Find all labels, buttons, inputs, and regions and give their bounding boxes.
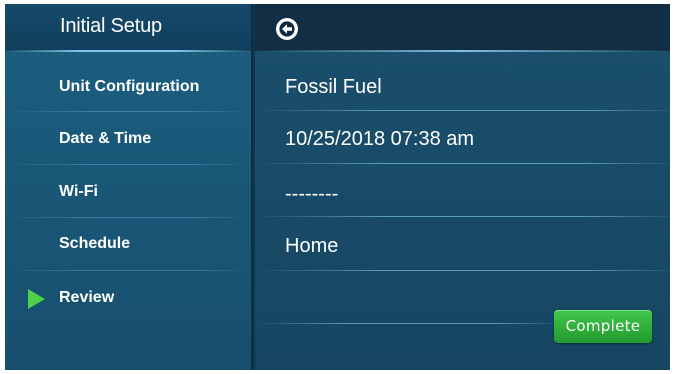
review-row-date-time: 10/25/2018 07:38 am [255,112,670,165]
sidebar-item-wifi[interactable]: Wi-Fi [5,166,251,219]
sidebar-header: Initial Setup [5,4,251,51]
active-indicator-icon [28,289,45,309]
sidebar-item-label: Review [59,289,115,306]
divider [255,270,670,271]
divider [5,111,251,112]
sidebar-header-divider [5,50,251,52]
sidebar-item-schedule[interactable]: Schedule [5,218,251,271]
sidebar-title: Initial Setup [60,15,162,37]
divider [255,323,555,324]
review-row-wifi: -------- [255,167,670,220]
divider [255,216,670,217]
sidebar-item-label: Date & Time [59,130,152,147]
divider [5,270,251,271]
back-arrow-circle-icon [277,19,297,39]
sidebar-item-review[interactable]: Review [5,272,251,325]
sidebar-item-label: Unit Configuration [59,78,200,95]
main-panel: Fossil Fuel 10/25/2018 07:38 am --------… [255,4,670,370]
review-value: 10/25/2018 07:38 am [285,128,475,150]
sidebar: Initial Setup Unit Configuration Date & … [5,4,251,370]
main-header-divider [255,50,670,52]
divider [255,163,670,164]
divider [5,164,251,165]
review-value: -------- [285,183,339,205]
review-row-unit-configuration: Fossil Fuel [255,60,670,113]
sidebar-item-unit-configuration[interactable]: Unit Configuration [5,61,251,114]
review-value: Fossil Fuel [285,76,382,98]
sidebar-item-label: Schedule [59,235,131,252]
review-value: Home [285,235,339,257]
thermostat-screen: Initial Setup Unit Configuration Date & … [5,4,670,370]
divider [255,110,670,111]
sidebar-item-label: Wi-Fi [59,183,98,200]
back-button[interactable] [276,18,298,40]
sidebar-item-date-time[interactable]: Date & Time [5,113,251,166]
review-row-schedule: Home [255,219,670,272]
main-header [255,4,670,51]
complete-button[interactable]: Complete [554,310,652,343]
